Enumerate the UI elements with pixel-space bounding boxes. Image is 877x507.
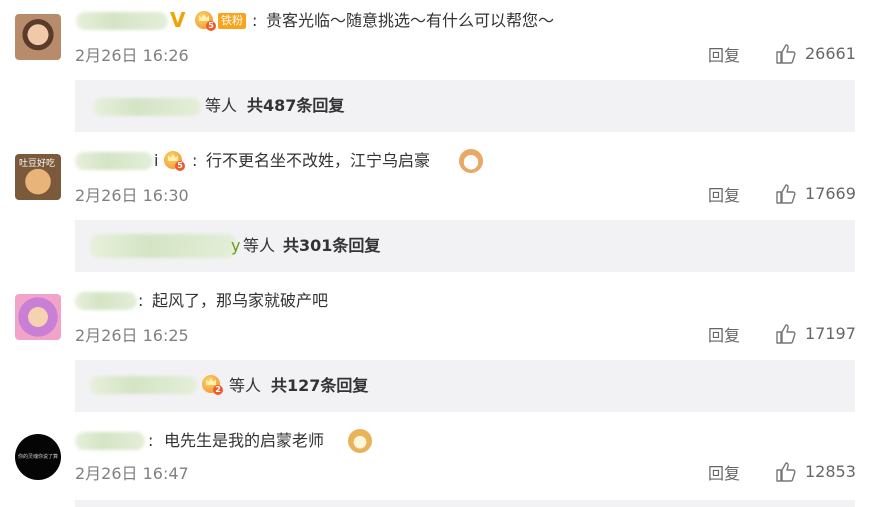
doge-emoji-icon <box>348 429 372 453</box>
reply-total-link[interactable]: 共487条回复 <box>247 95 344 117</box>
reply-button[interactable]: 回复 <box>708 326 740 346</box>
comment-time: 2月26日 16:30 <box>75 186 189 205</box>
reply-button[interactable]: 回复 <box>708 464 740 484</box>
reply-total-link[interactable]: 共127条回复 <box>271 375 368 397</box>
comment-item: V 5 铁粉 : 贵客光临～随意挑选～有什么可以帮您～ 2月26日 16:26 … <box>0 8 877 136</box>
comment-time: 2月26日 16:26 <box>75 46 189 65</box>
reply-summary-box[interactable]: y 等人 共301条回复 <box>75 220 855 272</box>
thumbs-up-icon <box>776 462 796 482</box>
reply-others-label: 等人 <box>229 376 262 395</box>
avatar[interactable] <box>15 14 61 60</box>
username-blurred[interactable] <box>75 292 137 310</box>
vip-level-badge: 5 <box>206 21 216 31</box>
username-blurred[interactable] <box>75 152 153 170</box>
reply-total-link[interactable]: 共301条回复 <box>283 235 380 257</box>
reply-name-tail: y <box>231 236 241 255</box>
avatar-caption: 你的灵魂你说了算 <box>18 454 59 460</box>
avatar[interactable]: 你的灵魂你说了算 <box>15 434 61 480</box>
username-blurred[interactable] <box>75 432 145 450</box>
comment-text: 行不更名坐不改姓，江宁乌启豪 <box>206 151 431 170</box>
colon-separator: : <box>252 11 258 30</box>
reply-button[interactable]: 回复 <box>708 186 740 206</box>
reply-summary-box-partial <box>75 500 855 507</box>
comment-text: 电先生是我的启蒙老师 <box>164 431 325 450</box>
comment-time: 2月26日 16:25 <box>75 326 189 345</box>
verified-v-icon: V <box>170 8 186 32</box>
reply-others-label: 等人 <box>205 96 238 115</box>
colon-separator: : <box>192 151 198 170</box>
avatar-caption: 吐豆好吃 <box>19 159 56 169</box>
comment-item: : 起风了，那乌家就破产吧 2月26日 16:25 回复 17197 2 等人 … <box>0 288 877 416</box>
reply-summary-box[interactable]: 2 等人 共127条回复 <box>75 360 855 412</box>
vip-level-badge: 2 <box>213 385 223 395</box>
like-count: 26661 <box>805 44 856 63</box>
comment-text: 贵客光临～随意挑选～有什么可以帮您～ <box>266 11 555 30</box>
comment-time: 2月26日 16:47 <box>75 464 189 483</box>
thumbs-up-icon <box>776 324 796 344</box>
username-blurred[interactable] <box>76 12 168 30</box>
comment-item: 吐豆好吃 i 5 : 行不更名坐不改姓，江宁乌启豪 2月26日 16:30 回复… <box>0 148 877 276</box>
cat-emoji-icon <box>459 149 483 173</box>
colon-separator: : <box>138 291 144 310</box>
comment-text: 起风了，那乌家就破产吧 <box>152 291 329 310</box>
fan-badge: 铁粉 <box>218 13 246 29</box>
avatar[interactable]: 吐豆好吃 <box>15 154 61 200</box>
like-count: 17197 <box>805 324 856 343</box>
reply-usernames-blurred <box>93 98 201 116</box>
colon-separator: : <box>148 431 154 450</box>
vip-level-badge: 5 <box>175 161 185 171</box>
reply-button[interactable]: 回复 <box>708 46 740 66</box>
reply-summary-box[interactable]: 等人 共487条回复 <box>75 80 855 132</box>
like-count: 17669 <box>805 184 856 203</box>
like-count: 12853 <box>805 462 856 481</box>
avatar[interactable] <box>15 294 61 340</box>
thumbs-up-icon <box>776 184 796 204</box>
username-tail[interactable]: i <box>154 149 158 173</box>
reply-usernames-blurred <box>89 376 197 394</box>
reply-usernames-blurred <box>90 234 236 258</box>
thumbs-up-icon <box>776 44 796 64</box>
reply-others-label: 等人 <box>243 236 276 255</box>
comment-item: 你的灵魂你说了算 : 电先生是我的启蒙老师 2月26日 16:47 回复 128… <box>0 428 877 507</box>
